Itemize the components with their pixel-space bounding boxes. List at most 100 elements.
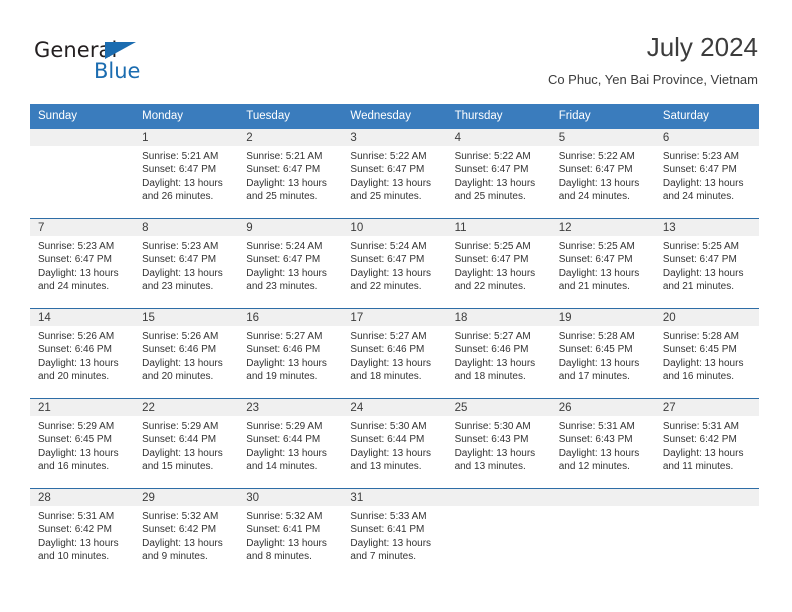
sunrise-time: Sunrise: 5:24 AM xyxy=(350,241,427,252)
day-number: 24 xyxy=(342,399,447,416)
sunset-time: Sunset: 6:42 PM xyxy=(662,434,737,446)
daylight-duration-line2: and 22 minutes. xyxy=(350,281,422,293)
calendar-day-cell[interactable]: 29 Sunrise: 5:32 AM Sunset: 6:42 PM Dayligh… xyxy=(134,489,239,578)
day-details: Sunrise: 5:23 AM Sunset: 6:47 PM Daylight:… xyxy=(30,236,134,294)
day-number: 22 xyxy=(134,399,239,416)
calendar-day-cell[interactable]: 22 Sunrise: 5:29 AM Sunset: 6:44 PM Dayligh… xyxy=(134,399,239,488)
calendar-day-cell[interactable]: 21 Sunrise: 5:29 AM Sunset: 6:45 PM Dayligh… xyxy=(30,399,135,488)
calendar-day-cell[interactable]: 3 Sunrise: 5:22 AM Sunset: 6:47 PM Daylight… xyxy=(342,129,447,218)
page-header: General Blue July 2024 Co Phuc, Yen Bai … xyxy=(34,30,758,98)
sunset-time: Sunset: 6:46 PM xyxy=(38,344,112,356)
sunset-time: Sunset: 6:45 PM xyxy=(38,434,112,446)
sunset-time: Sunset: 6:46 PM xyxy=(246,344,321,356)
day-number: 5 xyxy=(550,129,655,146)
sunrise-time: Sunrise: 5:30 AM xyxy=(350,421,427,432)
calendar-day-cell[interactable]: 14 Sunrise: 5:26 AM Sunset: 6:46 PM Dayligh… xyxy=(30,309,135,398)
day-details: Sunrise: 5:30 AM Sunset: 6:44 PM Daylight:… xyxy=(342,416,446,474)
day-number: 28 xyxy=(30,489,135,506)
calendar-day-cell[interactable]: 17 Sunrise: 5:27 AM Sunset: 6:46 PM Dayligh… xyxy=(342,309,447,398)
calendar-day-cell[interactable]: 9 Sunrise: 5:24 AM Sunset: 6:47 PM Daylight… xyxy=(238,219,343,308)
day-number: 27 xyxy=(654,399,759,416)
calendar-day-cell[interactable]: 11 Sunrise: 5:25 AM Sunset: 6:47 PM Dayligh… xyxy=(446,219,551,308)
weekday-header-sunday: Sunday xyxy=(38,110,78,122)
daylight-duration-line2: and 9 minutes. xyxy=(142,551,208,563)
calendar-day-cell[interactable]: 12 Sunrise: 5:25 AM Sunset: 6:47 PM Dayligh… xyxy=(550,219,655,308)
calendar-day-cell[interactable]: 1 Sunrise: 5:21 AM Sunset: 6:47 PM Daylight… xyxy=(134,129,239,218)
sunrise-time: Sunrise: 5:31 AM xyxy=(38,511,115,522)
daylight-duration-line1: Daylight: 13 hours xyxy=(350,267,432,279)
daylight-duration-line1: Daylight: 13 hours xyxy=(558,357,640,369)
sunrise-time: Sunrise: 5:33 AM xyxy=(350,511,427,522)
day-number: 10 xyxy=(342,219,447,236)
calendar-day-cell-empty xyxy=(550,489,655,578)
daylight-duration-line1: Daylight: 13 hours xyxy=(350,537,432,549)
general-blue-logo[interactable]: General Blue xyxy=(34,38,234,94)
sunrise-time: Sunrise: 5:26 AM xyxy=(38,331,115,342)
calendar-day-cell[interactable]: 4 Sunrise: 5:22 AM Sunset: 6:47 PM Daylight… xyxy=(446,129,551,218)
calendar-week-row: 28 Sunrise: 5:31 AM Sunset: 6:42 PM Dayligh… xyxy=(30,488,759,578)
calendar-day-cell[interactable]: 24 Sunrise: 5:30 AM Sunset: 6:44 PM Dayligh… xyxy=(342,399,447,488)
calendar-day-cell[interactable]: 7 Sunrise: 5:23 AM Sunset: 6:47 PM Daylight… xyxy=(30,219,135,308)
calendar-day-cell-empty xyxy=(654,489,759,578)
sunrise-time: Sunrise: 5:23 AM xyxy=(38,241,115,252)
day-details: Sunrise: 5:22 AM Sunset: 6:47 PM Daylight:… xyxy=(447,146,551,204)
calendar-day-cell[interactable]: 10 Sunrise: 5:24 AM Sunset: 6:47 PM Dayligh… xyxy=(342,219,447,308)
day-details: Sunrise: 5:24 AM Sunset: 6:47 PM Daylight:… xyxy=(342,236,446,294)
sunrise-time: Sunrise: 5:28 AM xyxy=(662,331,739,342)
calendar-day-cell[interactable]: 8 Sunrise: 5:23 AM Sunset: 6:47 PM Daylight… xyxy=(134,219,239,308)
sunrise-time: Sunrise: 5:27 AM xyxy=(454,331,531,342)
daylight-duration-line1: Daylight: 13 hours xyxy=(350,357,432,369)
daylight-duration-line1: Daylight: 13 hours xyxy=(246,357,327,369)
calendar-day-cell[interactable]: 5 Sunrise: 5:22 AM Sunset: 6:47 PM Daylight… xyxy=(550,129,655,218)
daylight-duration-line2: and 18 minutes. xyxy=(454,371,526,383)
daylight-duration-line1: Daylight: 13 hours xyxy=(454,177,536,189)
day-number: 19 xyxy=(550,309,655,326)
location-subtitle: Co Phuc, Yen Bai Province, Vietnam xyxy=(547,72,758,87)
day-number: 25 xyxy=(446,399,551,416)
daylight-duration-line2: and 20 minutes. xyxy=(38,371,110,383)
day-details: Sunrise: 5:21 AM Sunset: 6:47 PM Daylight:… xyxy=(238,146,342,204)
calendar-day-cell[interactable]: 15 Sunrise: 5:26 AM Sunset: 6:46 PM Dayligh… xyxy=(134,309,239,398)
day-number: 29 xyxy=(134,489,239,506)
day-number: 30 xyxy=(238,489,343,506)
calendar-day-cell[interactable]: 13 Sunrise: 5:25 AM Sunset: 6:47 PM Dayligh… xyxy=(654,219,759,308)
calendar-day-cell[interactable]: 30 Sunrise: 5:32 AM Sunset: 6:41 PM Dayligh… xyxy=(238,489,343,578)
day-number: 23 xyxy=(238,399,343,416)
weekday-header-saturday: Saturday xyxy=(662,110,709,122)
day-number: 3 xyxy=(342,129,447,146)
calendar-day-cell[interactable]: 26 Sunrise: 5:31 AM Sunset: 6:43 PM Dayligh… xyxy=(550,399,655,488)
sunrise-time: Sunrise: 5:25 AM xyxy=(454,241,531,252)
calendar-day-cell[interactable]: 2 Sunrise: 5:21 AM Sunset: 6:47 PM Daylight… xyxy=(238,129,343,218)
weekday-header-row: Sunday Monday Tuesday Wednesday Thursday… xyxy=(30,104,759,129)
day-details: Sunrise: 5:32 AM Sunset: 6:41 PM Daylight:… xyxy=(238,506,342,564)
sunrise-time: Sunrise: 5:24 AM xyxy=(246,241,323,252)
calendar-week-row: 7 Sunrise: 5:23 AM Sunset: 6:47 PM Daylight… xyxy=(30,218,759,308)
calendar-day-cell[interactable]: 27 Sunrise: 5:31 AM Sunset: 6:42 PM Dayligh… xyxy=(654,399,759,488)
calendar-day-cell[interactable]: 16 Sunrise: 5:27 AM Sunset: 6:46 PM Dayligh… xyxy=(238,309,343,398)
daylight-duration-line2: and 19 minutes. xyxy=(246,371,318,383)
calendar-day-cell[interactable]: 25 Sunrise: 5:30 AM Sunset: 6:43 PM Dayligh… xyxy=(446,399,551,488)
sunrise-time: Sunrise: 5:21 AM xyxy=(142,151,219,162)
daylight-duration-line1: Daylight: 13 hours xyxy=(662,447,744,459)
daylight-duration-line2: and 25 minutes. xyxy=(454,191,526,203)
calendar-day-cell[interactable]: 31 Sunrise: 5:33 AM Sunset: 6:41 PM Dayligh… xyxy=(342,489,447,578)
title-block: July 2024 Co Phuc, Yen Bai Province, Vie… xyxy=(548,30,758,90)
sunset-time: Sunset: 6:47 PM xyxy=(142,164,217,176)
sunrise-time: Sunrise: 5:32 AM xyxy=(246,511,323,522)
sunrise-time: Sunrise: 5:29 AM xyxy=(38,421,115,432)
calendar-day-cell[interactable]: 20 Sunrise: 5:28 AM Sunset: 6:45 PM Dayligh… xyxy=(654,309,759,398)
daylight-duration-line2: and 24 minutes. xyxy=(662,191,735,203)
calendar-day-cell[interactable]: 6 Sunrise: 5:23 AM Sunset: 6:47 PM Daylight… xyxy=(654,129,759,218)
day-number: 16 xyxy=(238,309,343,326)
daylight-duration-line2: and 14 minutes. xyxy=(246,461,318,473)
calendar-day-cell[interactable]: 18 Sunrise: 5:27 AM Sunset: 6:46 PM Dayligh… xyxy=(446,309,551,398)
calendar-day-cell[interactable]: 19 Sunrise: 5:28 AM Sunset: 6:45 PM Dayligh… xyxy=(550,309,655,398)
calendar-day-cell[interactable]: 28 Sunrise: 5:31 AM Sunset: 6:42 PM Dayligh… xyxy=(30,489,135,578)
daylight-duration-line1: Daylight: 13 hours xyxy=(350,177,432,189)
sunset-time: Sunset: 6:47 PM xyxy=(142,254,217,266)
day-details: Sunrise: 5:27 AM Sunset: 6:46 PM Daylight:… xyxy=(447,326,551,384)
sunset-time: Sunset: 6:44 PM xyxy=(350,434,425,446)
day-details: Sunrise: 5:25 AM Sunset: 6:47 PM Daylight:… xyxy=(551,236,655,294)
daylight-duration-line1: Daylight: 13 hours xyxy=(246,267,327,279)
calendar-day-cell[interactable]: 23 Sunrise: 5:29 AM Sunset: 6:44 PM Dayligh… xyxy=(238,399,343,488)
